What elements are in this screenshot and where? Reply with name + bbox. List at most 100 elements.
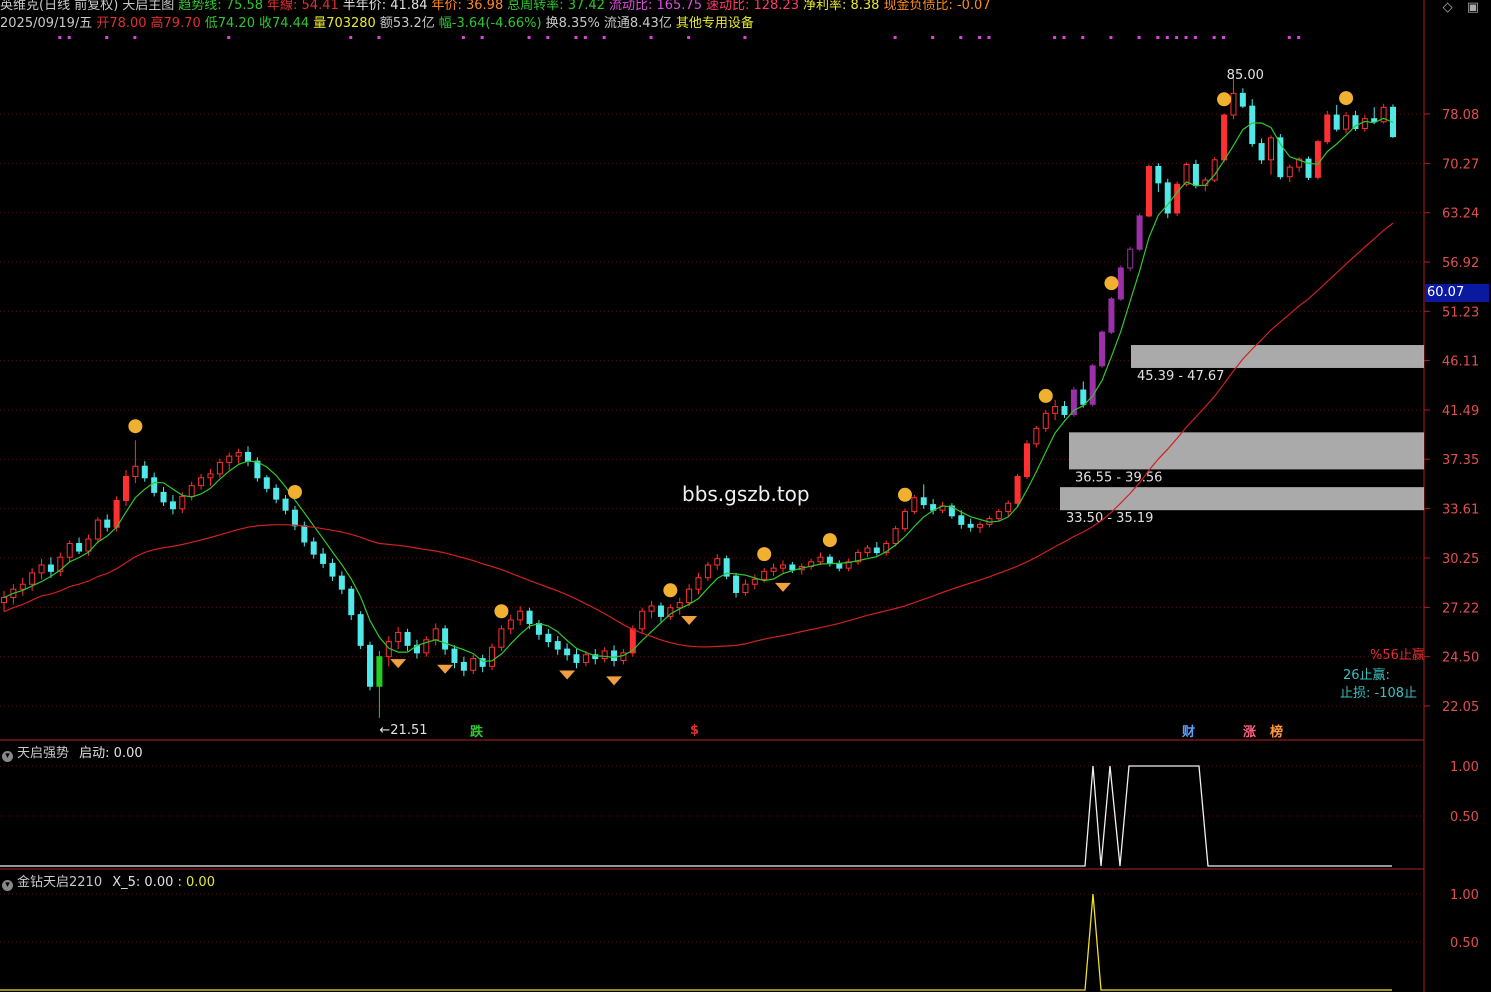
candle-body bbox=[545, 633, 552, 643]
candle-body bbox=[1080, 389, 1087, 405]
candle-body bbox=[704, 564, 711, 579]
signal-dot bbox=[1222, 36, 1226, 39]
pane2-title[interactable]: ▾ 天启强势 启动: 0.00 bbox=[0, 742, 143, 762]
candle-body bbox=[76, 542, 83, 552]
money-bag-icon bbox=[1339, 91, 1354, 106]
diamond-icon bbox=[774, 582, 791, 592]
signal-dot bbox=[461, 36, 465, 39]
pane2-tick-label: 1.00 bbox=[1450, 760, 1479, 775]
signal-dot bbox=[574, 36, 578, 39]
money-bag-icon bbox=[757, 547, 772, 562]
candle-body bbox=[19, 583, 26, 590]
signal-dot bbox=[959, 36, 963, 39]
diamond-icon bbox=[559, 670, 576, 680]
candle-body bbox=[310, 541, 317, 555]
candle-body bbox=[104, 519, 111, 528]
signal-dot bbox=[1053, 36, 1057, 39]
candle-body bbox=[216, 461, 223, 475]
money-bag-icon bbox=[287, 485, 302, 500]
signal-dot bbox=[931, 36, 935, 39]
y-tick-label: 27.22 bbox=[1442, 601, 1479, 616]
candle-body bbox=[460, 661, 467, 671]
candle-body bbox=[1267, 137, 1274, 161]
candle-body bbox=[188, 485, 195, 497]
candle-body bbox=[836, 562, 843, 569]
candle-body bbox=[442, 628, 449, 650]
diamond-icon bbox=[390, 659, 407, 669]
signal-dot bbox=[133, 36, 137, 39]
signal-dot bbox=[1062, 36, 1066, 39]
candle-body bbox=[338, 575, 345, 590]
candle-body bbox=[1286, 166, 1293, 178]
y-tick-label: 41.49 bbox=[1442, 404, 1479, 419]
candle-body bbox=[357, 614, 364, 646]
candle-body bbox=[920, 497, 927, 506]
signal-dot bbox=[1081, 36, 1085, 39]
candle-body bbox=[1127, 248, 1134, 269]
chevron-down-icon[interactable]: ▾ bbox=[2, 751, 13, 762]
money-bag-icon bbox=[494, 604, 509, 619]
site-watermark: bbs.gszb.top bbox=[682, 482, 810, 506]
diamond-icon bbox=[606, 676, 623, 686]
y-tick-label: 78.08 bbox=[1442, 108, 1479, 123]
candle-body bbox=[535, 622, 542, 635]
candle-body bbox=[1343, 115, 1350, 130]
signal-dot bbox=[1212, 36, 1216, 39]
candle-body bbox=[995, 511, 1002, 520]
candle-body bbox=[1, 597, 7, 604]
pane2-tick-label: 0.50 bbox=[1450, 810, 1479, 825]
candle-body bbox=[751, 578, 758, 585]
candle-body bbox=[376, 656, 383, 687]
flag-fall: 跌 bbox=[470, 725, 484, 740]
candle-body bbox=[864, 547, 871, 554]
candle-body bbox=[132, 465, 139, 477]
y-tick-label: 46.11 bbox=[1442, 355, 1479, 370]
candle-body bbox=[779, 564, 786, 569]
candle-body bbox=[582, 654, 589, 663]
candle-body bbox=[1042, 412, 1049, 429]
signal-dot bbox=[1175, 36, 1179, 39]
signal-dot bbox=[649, 36, 653, 39]
pane3-title[interactable]: ▾ 金钻天启2210 X_5: 0.00 : 0.00 bbox=[0, 871, 215, 891]
diamond-icon bbox=[681, 616, 698, 626]
candle-body bbox=[1258, 143, 1265, 161]
candle-body bbox=[245, 451, 252, 462]
candle-body bbox=[498, 628, 505, 648]
candle-body bbox=[348, 588, 355, 616]
signal-dot bbox=[1109, 36, 1113, 39]
y-tick-label: 56.92 bbox=[1442, 256, 1479, 271]
candle-body bbox=[1145, 165, 1152, 217]
candle-body bbox=[695, 577, 702, 590]
candle-body bbox=[66, 542, 73, 558]
stop-loss-label: 止损: -108止 bbox=[1340, 686, 1418, 701]
chevron-down-icon[interactable]: ▾ bbox=[2, 880, 13, 891]
candle-body bbox=[564, 648, 571, 656]
signal-dot bbox=[377, 36, 381, 39]
low-annotation: ←21.51 bbox=[379, 723, 427, 738]
candle-body bbox=[601, 650, 608, 660]
candle-body bbox=[714, 558, 721, 566]
candle-body bbox=[789, 564, 796, 571]
candle-body bbox=[1230, 92, 1237, 116]
candle-body bbox=[29, 572, 36, 585]
y-tick-label: 51.23 bbox=[1442, 305, 1479, 320]
flag-rise: 涨 bbox=[1243, 725, 1257, 740]
signal-dot bbox=[349, 36, 353, 39]
candle-body bbox=[432, 628, 439, 641]
support-zone bbox=[1131, 345, 1424, 368]
candle-body bbox=[273, 487, 280, 500]
signal-dot bbox=[1156, 36, 1160, 39]
y-tick-label: 63.24 bbox=[1442, 207, 1479, 222]
candle-body bbox=[648, 605, 655, 612]
candle-body bbox=[1061, 406, 1068, 415]
signal-dot bbox=[105, 36, 109, 39]
signal-dot bbox=[602, 36, 606, 39]
support-zone bbox=[1069, 432, 1424, 470]
candle-body bbox=[254, 460, 261, 479]
candle-body bbox=[657, 605, 664, 617]
signal-dot bbox=[743, 36, 747, 39]
candle-body bbox=[517, 610, 524, 621]
candle-body bbox=[113, 500, 120, 528]
candle-body bbox=[1333, 114, 1340, 130]
candle-body bbox=[1239, 92, 1246, 107]
